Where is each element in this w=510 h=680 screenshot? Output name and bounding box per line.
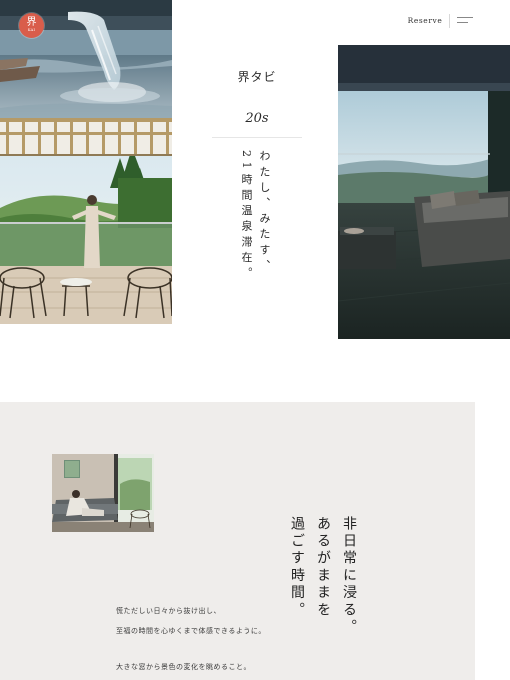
tagline-line: わたし、みたす、 (258, 150, 271, 275)
lounge-terrace-photo (338, 45, 510, 339)
section-heading-line: 過ごす時間。 (289, 516, 305, 620)
feature-section (0, 402, 475, 680)
brand-logo[interactable]: 界 KAI (19, 13, 44, 38)
brand-year: 20s (245, 111, 269, 126)
brand-title: 界タビ (237, 70, 277, 84)
body-text-line: 慌ただしい日々から抜け出し、 (116, 607, 221, 615)
body-text-line: 至福の時間を心ゆくまで体感できるように。 (116, 627, 266, 635)
reserve-link[interactable]: Reserve (400, 16, 450, 25)
section-heading-line: 非日常に浸る。 (341, 516, 357, 637)
tagline-line: 21時間温泉滞在。 (240, 150, 253, 283)
logo-kanji: 界 (26, 17, 37, 28)
guest-room-photo (52, 454, 154, 532)
logo-sub: KAI (27, 28, 36, 32)
title-divider (212, 137, 302, 138)
section-heading-line: あるがままを (315, 516, 331, 620)
hamburger-menu-icon[interactable] (457, 16, 473, 26)
terrace-view-photo (0, 118, 172, 324)
body-text-line: 大きな窓から景色の変化を眺めること。 (116, 663, 251, 671)
header-divider (449, 14, 450, 28)
